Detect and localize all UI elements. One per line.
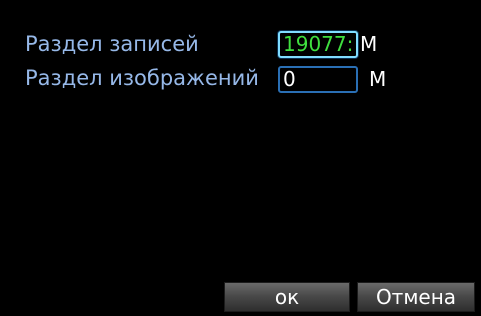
storage-partition-dialog: Раздел записей 19077: M Раздел изображен… <box>0 0 481 316</box>
record-partition-unit: M <box>360 32 378 56</box>
cancel-button[interactable]: Отмена <box>357 282 475 312</box>
ok-button[interactable]: ок <box>224 282 350 312</box>
image-partition-label: Раздел изображений <box>25 66 259 90</box>
record-partition-value: 19077: <box>283 32 354 56</box>
image-partition-unit: M <box>369 67 387 91</box>
image-partition-value: 0 <box>283 67 296 91</box>
record-partition-input[interactable]: 19077: <box>278 31 358 58</box>
record-partition-label: Раздел записей <box>25 32 199 56</box>
image-partition-input[interactable]: 0 <box>278 66 358 93</box>
